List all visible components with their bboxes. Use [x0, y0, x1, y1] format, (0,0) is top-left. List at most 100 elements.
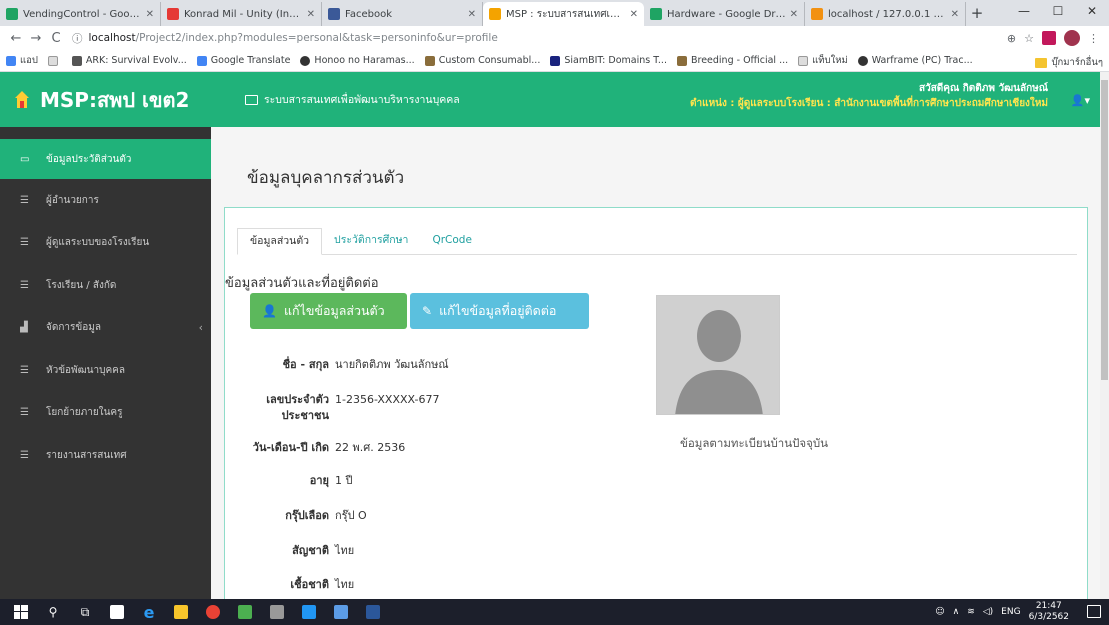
- file-explorer-icon[interactable]: [168, 599, 194, 625]
- pencil-icon: ✎: [422, 304, 433, 318]
- other-bookmarks[interactable]: บุ๊กมาร์กอื่นๆ: [1035, 55, 1103, 70]
- drive-icon: [6, 8, 18, 20]
- bookmark-item[interactable]: Honoo no Haramas...: [300, 55, 415, 66]
- app-subtitle: ระบบสารสนเทศเพื่อพัฒนาบริหารงานบุคคล: [245, 91, 460, 108]
- folder-icon: [1035, 57, 1048, 68]
- chevron-up-icon[interactable]: ∧: [953, 607, 960, 617]
- bookmark-item[interactable]: Custom Consumabl...: [424, 55, 540, 66]
- extension-icon[interactable]: [1042, 31, 1056, 45]
- list-icon: ☰: [20, 279, 29, 291]
- edit-address-button[interactable]: ✎ แก้ไขข้อมูลที่อยู่ติดต่อ: [410, 293, 589, 329]
- tab-personal[interactable]: ข้อมูลส่วนตัว: [237, 228, 323, 255]
- bookmarks-bar: แอป ARK: Survival Evolv... Google Transl…: [0, 50, 1109, 72]
- browser-tab[interactable]: VendingControl - Google Dri✕: [0, 2, 161, 26]
- app-icon[interactable]: [296, 599, 322, 625]
- field-name: ชื่อ - สกุล นายกิตติภพ วัฒนลักษณ์: [282, 358, 449, 371]
- info-icon[interactable]: ⓘ: [72, 31, 83, 46]
- site-icon: [676, 55, 687, 66]
- user-menu-icon[interactable]: 👤▾: [1071, 94, 1090, 107]
- url-input[interactable]: ⓘ localhost/Project2/index.php?modules=p…: [66, 28, 1007, 48]
- app-icon[interactable]: [232, 599, 258, 625]
- reload-icon[interactable]: C: [46, 31, 66, 46]
- close-icon[interactable]: ✕: [630, 9, 638, 20]
- bookmark-item[interactable]: Google Translate: [196, 55, 290, 66]
- clock[interactable]: 21:47 6/3/2562: [1029, 601, 1069, 623]
- bookmark-item[interactable]: ARK: Survival Evolv...: [71, 55, 187, 66]
- close-icon[interactable]: ✕: [307, 9, 315, 20]
- sidebar-item-personal-info[interactable]: ▭ ข้อมูลประวัติส่วนตัว: [0, 139, 211, 179]
- monitor-icon: ▭: [20, 153, 30, 165]
- word-icon[interactable]: [360, 599, 386, 625]
- new-tab-button[interactable]: +: [966, 2, 988, 26]
- bookmark-blank[interactable]: [47, 55, 62, 66]
- star-icon[interactable]: ☆: [1024, 32, 1034, 45]
- avatar-placeholder-icon: [657, 296, 779, 414]
- browser-tabbar: VendingControl - Google Dri✕ Konrad Mil …: [0, 0, 1109, 26]
- zoom-icon[interactable]: ⊕: [1007, 32, 1016, 45]
- list-icon: ☰: [20, 237, 29, 249]
- close-icon[interactable]: ✕: [468, 9, 476, 20]
- store-icon[interactable]: [104, 599, 130, 625]
- tab-qrcode[interactable]: QrCode: [420, 228, 483, 254]
- close-icon[interactable]: ✕: [146, 9, 154, 20]
- page-title: ข้อมูลบุคลากรส่วนตัว: [247, 168, 405, 188]
- volume-icon[interactable]: ◁): [983, 607, 993, 617]
- wifi-icon[interactable]: ≋: [967, 607, 975, 617]
- page-scrollbar[interactable]: [1100, 72, 1109, 599]
- chrome-icon[interactable]: [200, 599, 226, 625]
- menu-icon[interactable]: ⋮: [1088, 32, 1099, 45]
- search-icon[interactable]: ⚲: [40, 599, 66, 625]
- tab-education[interactable]: ประวัติการศึกษา: [322, 228, 420, 254]
- language-indicator[interactable]: ENG: [1001, 607, 1020, 617]
- profile-card: ข้อมูลส่วนตัว ประวัติการศึกษา QrCode ข้อ…: [224, 207, 1088, 607]
- sidebar-item-development[interactable]: ☰ หัวข้อพัฒนาบุคคล: [0, 349, 211, 392]
- browser-tab[interactable]: Konrad Mil - Unity (Inspi ✕: [161, 2, 322, 26]
- bookmark-apps[interactable]: แอป: [6, 53, 38, 68]
- site-icon: [424, 55, 435, 66]
- field-age: อายุ 1 ปี: [309, 474, 353, 487]
- edge-icon[interactable]: e: [136, 599, 162, 625]
- bookmark-item[interactable]: Breeding - Official ...: [676, 55, 788, 66]
- system-tray: ☺ ∧ ≋ ◁) ENG 21:47 6/3/2562: [935, 599, 1069, 625]
- close-icon[interactable]: ✕: [790, 9, 798, 20]
- page-icon: [47, 55, 58, 66]
- sidebar-item-school[interactable]: ☰ โรงเรียน / สังกัด: [0, 264, 211, 307]
- minimize-icon[interactable]: —: [1007, 0, 1041, 24]
- list-icon: ☰: [20, 194, 29, 206]
- forward-icon[interactable]: →: [26, 31, 46, 46]
- sidebar-item-director[interactable]: ☰ ผู้อำนวยการ: [0, 179, 211, 222]
- sidebar: ▭ ข้อมูลประวัติส่วนตัว ☰ ผู้อำนวยการ ☰ ผู้ด…: [0, 127, 211, 599]
- page-icon: [798, 55, 809, 66]
- sidebar-item-school-admin[interactable]: ☰ ผู้ดูแลระบบของโรงเรียน: [0, 222, 211, 265]
- browser-tab-active[interactable]: MSP : ระบบสารสนเทศเพื่อพัฒนา✕: [483, 2, 644, 26]
- bookmark-item[interactable]: แท็บใหม่: [798, 53, 848, 68]
- people-icon[interactable]: ☺: [935, 607, 944, 617]
- app-icon[interactable]: [328, 599, 354, 625]
- close-icon[interactable]: ✕: [951, 9, 959, 20]
- bookmark-item[interactable]: Warframe (PC) Trac...: [857, 55, 973, 66]
- monitor-icon: [245, 94, 258, 105]
- notification-icon[interactable]: [1087, 605, 1101, 618]
- drive-icon: [650, 8, 662, 20]
- back-icon[interactable]: ←: [6, 31, 26, 46]
- close-window-icon[interactable]: ✕: [1075, 0, 1109, 24]
- scrollbar-thumb[interactable]: [1101, 80, 1108, 380]
- browser-tab[interactable]: localhost / 127.0.0.1 / projec✕: [805, 2, 966, 26]
- sidebar-item-reports[interactable]: ☰ รายงานสารสนเทศ: [0, 434, 211, 477]
- app-icon[interactable]: [264, 599, 290, 625]
- bookmark-item[interactable]: SiamBIT: Domains T...: [550, 55, 667, 66]
- field-ethnicity: เชื้อชาติ ไทย: [290, 578, 355, 591]
- sidebar-item-manage-data[interactable]: ▟ จัดการข้อมูล ‹: [0, 307, 211, 350]
- edit-personal-button[interactable]: 👤 แก้ไขข้อมูลส่วนตัว: [250, 293, 407, 329]
- sidebar-item-transfer[interactable]: ☰ โยกย้ายภายในครู: [0, 392, 211, 435]
- browser-tab[interactable]: Facebook ✕: [322, 2, 483, 26]
- warframe-icon: [857, 55, 868, 66]
- brand[interactable]: MSP:สพป เขต2: [0, 84, 215, 116]
- profile-avatar[interactable]: [1064, 30, 1080, 46]
- maximize-icon[interactable]: ☐: [1041, 0, 1075, 24]
- browser-tab[interactable]: Hardware - Google Drive ✕: [644, 2, 805, 26]
- list-icon: ☰: [20, 364, 29, 376]
- windows-start-icon[interactable]: [8, 599, 34, 625]
- translate-icon: [196, 55, 207, 66]
- task-view-icon[interactable]: ⧉: [72, 599, 98, 625]
